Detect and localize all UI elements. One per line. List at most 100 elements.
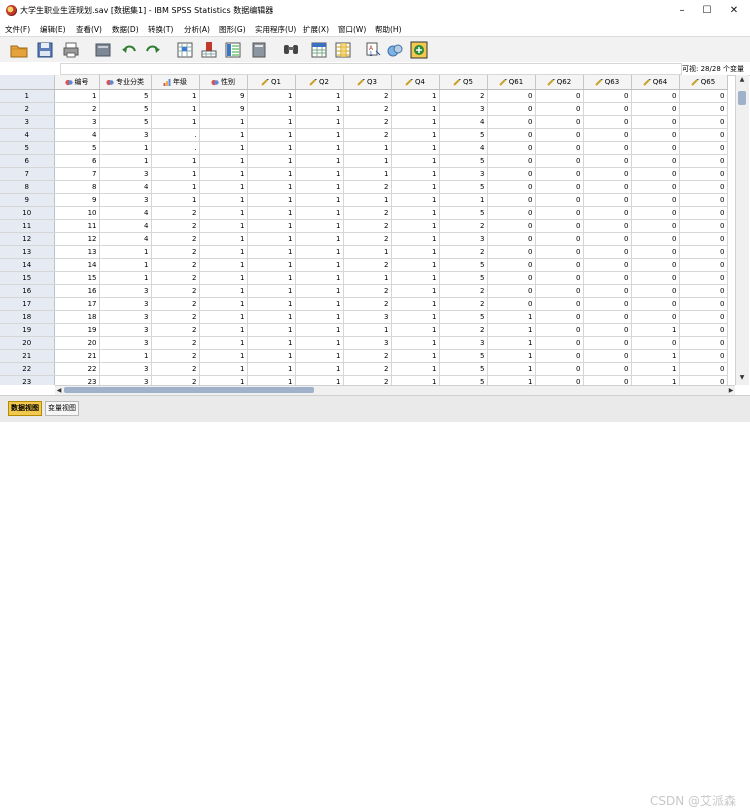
data-cell[interactable]: 1 <box>631 349 680 363</box>
data-cell[interactable]: 2 <box>151 245 200 259</box>
data-cell[interactable]: 4 <box>99 206 152 220</box>
data-cell[interactable]: 1 <box>199 284 248 298</box>
data-cell[interactable]: 1 <box>487 310 536 324</box>
data-cell[interactable]: 23 <box>54 375 100 385</box>
data-cell[interactable]: 0 <box>583 219 632 233</box>
data-cell[interactable]: 0 <box>679 375 728 385</box>
data-cell[interactable]: 5 <box>439 154 488 168</box>
data-cell[interactable]: 0 <box>631 245 680 259</box>
data-cell[interactable]: 1 <box>199 336 248 350</box>
data-cell[interactable]: 1 <box>199 375 248 385</box>
column-header[interactable]: Q4 <box>391 75 440 90</box>
data-cell[interactable]: 3 <box>99 336 152 350</box>
data-cell[interactable]: 0 <box>487 154 536 168</box>
data-cell[interactable]: 2 <box>439 245 488 259</box>
data-cell[interactable]: 1 <box>391 206 440 220</box>
data-cell[interactable]: 4 <box>99 219 152 233</box>
data-cell[interactable]: 1 <box>295 232 344 246</box>
data-cell[interactable]: 0 <box>679 349 728 363</box>
menu-extensions[interactable]: 扩展(X) <box>303 24 329 35</box>
data-cell[interactable]: 3 <box>99 193 152 207</box>
data-cell[interactable]: 1 <box>247 245 296 259</box>
data-cell[interactable]: 1 <box>199 349 248 363</box>
data-cell[interactable]: 1 <box>391 245 440 259</box>
data-cell[interactable]: 0 <box>487 102 536 116</box>
print-icon[interactable] <box>62 41 80 59</box>
data-cell[interactable]: 1 <box>391 141 440 155</box>
row-number[interactable]: 8 <box>0 180 55 194</box>
menu-graphs[interactable]: 图形(G) <box>219 24 246 35</box>
row-number[interactable]: 21 <box>0 349 55 363</box>
row-number[interactable]: 16 <box>0 284 55 298</box>
data-cell[interactable]: 0 <box>679 232 728 246</box>
data-cell[interactable]: 1 <box>391 284 440 298</box>
data-cell[interactable]: 1 <box>295 297 344 311</box>
data-cell[interactable]: 4 <box>54 128 100 142</box>
data-cell[interactable]: 1 <box>295 180 344 194</box>
data-cell[interactable]: 0 <box>583 297 632 311</box>
data-cell[interactable]: 0 <box>679 128 728 142</box>
data-cell[interactable]: 1 <box>295 193 344 207</box>
data-cell[interactable]: 0 <box>631 141 680 155</box>
data-cell[interactable]: 0 <box>679 219 728 233</box>
data-cell[interactable]: 0 <box>631 219 680 233</box>
data-cell[interactable]: 2 <box>151 336 200 350</box>
data-cell[interactable]: 13 <box>54 245 100 259</box>
data-cell[interactable]: 0 <box>583 193 632 207</box>
variables-icon[interactable] <box>224 41 242 59</box>
data-cell[interactable]: 1 <box>343 245 392 259</box>
data-cell[interactable]: 3 <box>99 128 152 142</box>
data-cell[interactable]: 0 <box>535 167 584 181</box>
data-cell[interactable]: 1 <box>391 180 440 194</box>
data-cell[interactable]: 1 <box>247 180 296 194</box>
column-header[interactable]: 专业分类 <box>99 75 152 90</box>
data-cell[interactable]: 5 <box>54 141 100 155</box>
data-cell[interactable]: 0 <box>535 193 584 207</box>
data-cell[interactable]: 0 <box>583 154 632 168</box>
data-cell[interactable]: 0 <box>535 115 584 129</box>
data-cell[interactable]: 1 <box>295 271 344 285</box>
data-cell[interactable]: 1 <box>391 167 440 181</box>
data-cell[interactable]: 1 <box>487 375 536 385</box>
data-cell[interactable]: 1 <box>199 297 248 311</box>
column-header[interactable]: 编号 <box>54 75 100 90</box>
data-cell[interactable]: 3 <box>439 336 488 350</box>
data-cell[interactable]: 2 <box>151 310 200 324</box>
data-cell[interactable]: 1 <box>247 128 296 142</box>
data-cell[interactable]: 15 <box>54 271 100 285</box>
row-number[interactable]: 14 <box>0 258 55 272</box>
data-cell[interactable]: 1 <box>343 193 392 207</box>
row-number[interactable]: 17 <box>0 297 55 311</box>
data-cell[interactable]: 1 <box>391 89 440 103</box>
data-cell[interactable]: 1 <box>295 284 344 298</box>
data-cell[interactable]: 0 <box>535 323 584 337</box>
data-cell[interactable]: 1 <box>247 284 296 298</box>
row-number[interactable]: 20 <box>0 336 55 350</box>
data-cell[interactable]: 1 <box>487 323 536 337</box>
data-cell[interactable]: 3 <box>99 362 152 376</box>
data-cell[interactable]: 1 <box>295 89 344 103</box>
data-cell[interactable]: 0 <box>583 271 632 285</box>
data-cell[interactable]: 1 <box>199 310 248 324</box>
column-header[interactable]: 年级 <box>151 75 200 90</box>
data-cell[interactable]: 0 <box>487 115 536 129</box>
vertical-scroll-thumb[interactable] <box>738 91 746 105</box>
minimize-button[interactable]: – <box>672 3 692 19</box>
data-cell[interactable]: 1 <box>295 219 344 233</box>
data-cell[interactable]: 0 <box>535 219 584 233</box>
data-cell[interactable]: 5 <box>439 271 488 285</box>
data-cell[interactable]: 1 <box>199 323 248 337</box>
data-cell[interactable]: 0 <box>631 89 680 103</box>
data-cell[interactable]: 1 <box>151 154 200 168</box>
data-cell[interactable]: 0 <box>583 89 632 103</box>
data-cell[interactable]: 1 <box>343 167 392 181</box>
data-cell[interactable]: 0 <box>535 362 584 376</box>
data-cell[interactable]: 1 <box>295 362 344 376</box>
data-cell[interactable]: 1 <box>391 115 440 129</box>
column-header[interactable]: Q1 <box>247 75 296 90</box>
data-cell[interactable]: 3 <box>99 167 152 181</box>
data-cell[interactable]: 0 <box>487 219 536 233</box>
data-cell[interactable]: 4 <box>439 141 488 155</box>
data-cell[interactable]: 5 <box>99 102 152 116</box>
data-cell[interactable]: 0 <box>583 323 632 337</box>
